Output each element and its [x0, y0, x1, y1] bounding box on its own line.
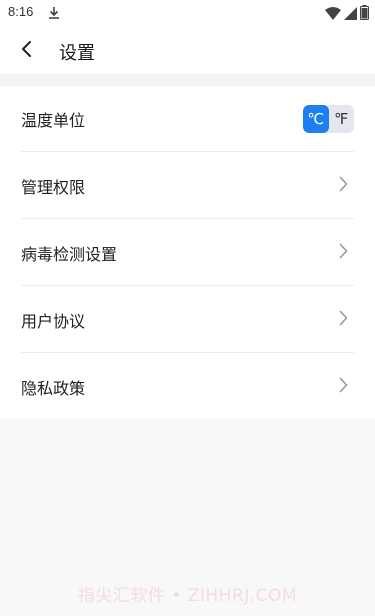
fahrenheit-option[interactable]: ℉: [329, 105, 355, 133]
settings-item-label: 管理权限: [21, 177, 86, 197]
settings-list: 温度单位 ℃ ℉ 管理权限 病毒检测设置 用户协议 隐私政策: [0, 86, 375, 419]
settings-item-label: 病毒检测设置: [21, 244, 118, 264]
settings-item-virus-detection[interactable]: 病毒检测设置: [21, 220, 354, 286]
battery-icon: [360, 5, 369, 24]
wifi-icon: [325, 5, 341, 24]
page-title: 设置: [59, 43, 95, 64]
status-time: 8:16: [8, 4, 34, 19]
section-divider: [0, 74, 375, 86]
status-icons: [325, 5, 369, 24]
app-bar: 设置: [0, 26, 375, 74]
celsius-option[interactable]: ℃: [303, 104, 329, 133]
settings-item-privacy-policy[interactable]: 隐私政策: [21, 354, 354, 420]
temperature-unit-toggle[interactable]: ℃ ℉: [303, 104, 355, 133]
chevron-right-icon: [339, 243, 348, 263]
settings-item-label: 隐私政策: [21, 379, 86, 398]
chevron-right-icon: [339, 310, 348, 330]
watermark: 指尖汇软件 • ZIHHRJ.COM: [77, 586, 298, 606]
signal-icon: [344, 5, 357, 24]
back-arrow-icon: [21, 40, 33, 62]
settings-item-user-agreement[interactable]: 用户协议: [21, 287, 354, 353]
settings-item-temperature-unit: 温度单位 ℃ ℉: [21, 86, 354, 152]
chevron-right-icon: [339, 176, 348, 196]
download-icon: [47, 5, 61, 24]
settings-item-permissions[interactable]: 管理权限: [21, 153, 354, 219]
back-button[interactable]: [14, 38, 40, 64]
chevron-right-icon: [339, 377, 348, 397]
settings-item-label: 温度单位: [21, 110, 86, 130]
status-bar: 8:16: [0, 0, 375, 26]
settings-item-label: 用户协议: [21, 311, 86, 331]
